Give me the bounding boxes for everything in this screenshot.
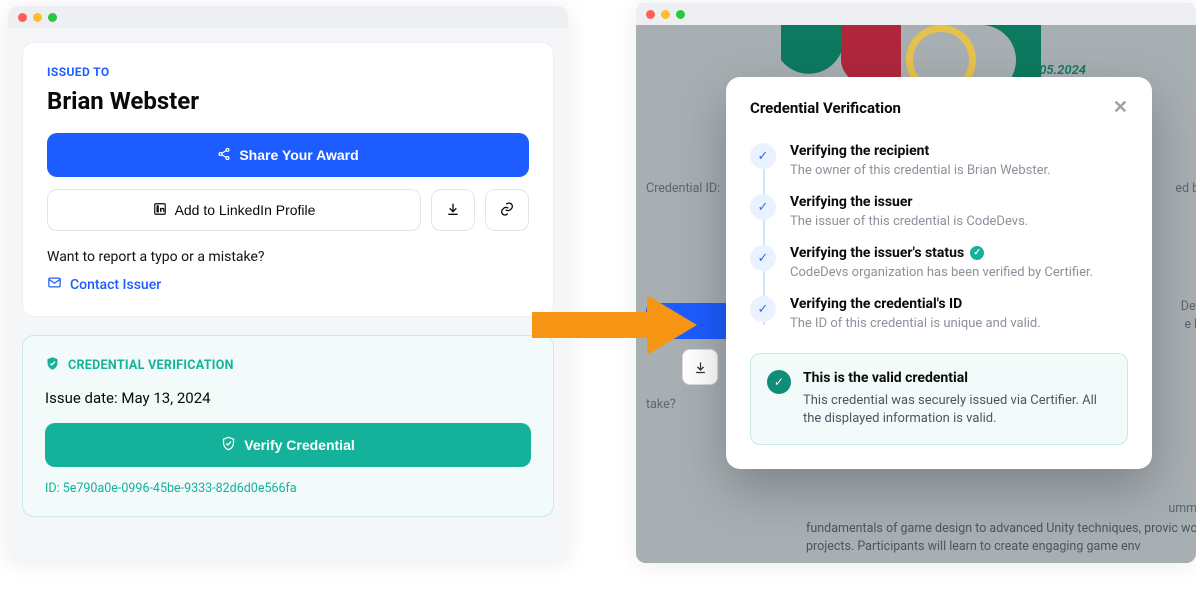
contact-issuer-link[interactable]: Contact Issuer [47,275,161,294]
shield-check-icon [45,356,60,375]
peek-text-fragment: e lat [1184,317,1196,332]
step-desc: The owner of this credential is Brian We… [790,163,1128,178]
titlebar [8,6,568,28]
linkedin-label: Add to LinkedIn Profile [175,202,316,218]
share-award-label: Share Your Award [239,147,358,163]
window-max-dot[interactable] [48,13,57,22]
step-recipient: ✓ Verifying the recipient The owner of t… [750,135,1128,186]
check-icon: ✓ [750,245,776,271]
step-issuer-status: ✓ Verifying the issuer's status ✓ CodeDe… [750,237,1128,288]
step-credential-id: ✓ Verifying the credential's ID The ID o… [750,288,1128,339]
share-award-button[interactable]: Share Your Award [47,133,529,177]
window-max-dot[interactable] [676,10,685,19]
step-title: Verifying the issuer's status ✓ [790,245,1128,261]
step-issuer: ✓ Verifying the issuer The issuer of thi… [750,186,1128,237]
check-icon: ✓ [750,296,776,322]
issued-card: ISSUED TO Brian Webster Share Your Award… [22,42,554,317]
verify-credential-button[interactable]: Verify Credential [45,423,531,467]
check-circle-icon: ✓ [767,370,791,394]
titlebar [636,3,1196,25]
action-row: Add to LinkedIn Profile [47,189,529,231]
peek-text-fragment: Devs [1181,299,1196,314]
check-icon: ✓ [750,194,776,220]
peek-text-fragment: take? [646,397,676,412]
valid-desc: This credential was securely issued via … [803,392,1111,428]
peek-text-fragment: ed by: [1175,181,1196,196]
transition-arrow [517,290,707,360]
step-desc: The ID of this credential is unique and … [790,316,1128,331]
modal-title: Credential Verification [750,99,901,117]
credential-id: ID: 5e790a0e-0996-45be-9333-82d6d0e566fa [45,481,531,496]
linkedin-icon [153,202,167,219]
shield-icon [221,436,236,454]
window-close-dot[interactable] [18,13,27,22]
link-icon [499,201,515,220]
verification-heading-row: CREDENTIAL VERIFICATION [45,356,531,375]
bg-date-text: 13.05.2024 [1021,63,1086,78]
issue-date-value: May 13, 2024 [121,389,210,407]
verification-card: CREDENTIAL VERIFICATION Issue date: May … [22,335,554,517]
window-min-dot[interactable] [33,13,42,22]
issued-to-label: ISSUED TO [47,65,529,79]
report-typo-text: Want to report a typo or a mistake? [47,249,529,265]
download-button[interactable] [431,189,475,231]
valid-title: This is the valid credential [803,370,1111,386]
recipient-name: Brian Webster [47,87,529,115]
check-icon: ✓ [750,143,776,169]
copy-link-button[interactable] [485,189,529,231]
verification-modal: Credential Verification ✕ ✓ Verifying th… [726,77,1152,469]
step-title: Verifying the issuer [790,194,1128,210]
valid-credential-box: ✓ This is the valid credential This cred… [750,353,1128,445]
step-title: Verifying the recipient [790,143,1128,159]
step-desc: CodeDevs organization has been verified … [790,265,1128,280]
left-window: ISSUED TO Brian Webster Share Your Award… [8,6,568,561]
contact-issuer-label: Contact Issuer [70,277,161,293]
issue-date-label: Issue date: [45,389,118,407]
step-desc: The issuer of this credential is CodeDev… [790,214,1128,229]
add-linkedin-button[interactable]: Add to LinkedIn Profile [47,189,421,231]
share-icon [217,147,231,164]
peek-text-fragment: ummer [1168,501,1196,516]
verification-heading: CREDENTIAL VERIFICATION [68,358,234,373]
download-icon [693,360,708,375]
verified-badge-icon: ✓ [970,246,984,260]
issue-date: Issue date: May 13, 2024 [45,389,531,407]
close-icon[interactable]: ✕ [1113,99,1128,117]
peek-paragraph: fundamentals of game design to advanced … [806,520,1196,558]
verification-steps: ✓ Verifying the recipient The owner of t… [750,135,1128,339]
verify-credential-label: Verify Credential [244,437,355,453]
right-window: 13.05.2024 Credential ID: take? ed by: D… [636,3,1196,563]
step-title: Verifying the credential's ID [790,296,1128,312]
window-min-dot[interactable] [661,10,670,19]
mail-icon [47,275,62,294]
download-icon [445,201,461,220]
window-close-dot[interactable] [646,10,655,19]
